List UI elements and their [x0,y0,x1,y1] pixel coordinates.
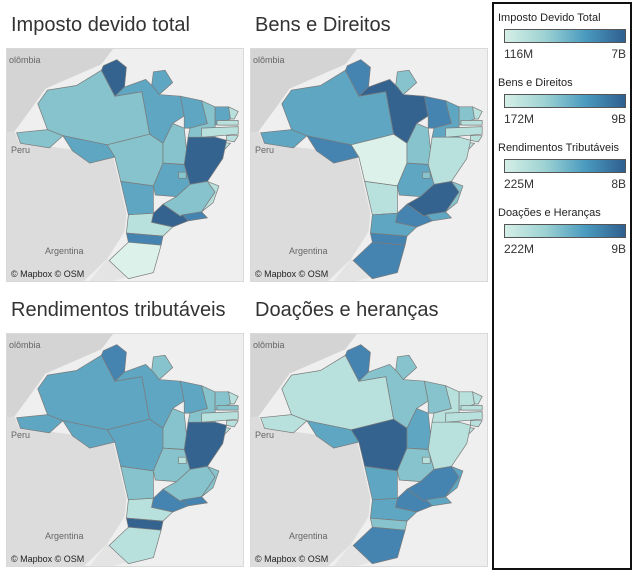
panel-title: Rendimentos tributáveis [11,299,226,321]
state-pb [216,405,239,411]
panel-title: Bens e Direitos [255,14,391,36]
map-credit: © Mapbox © OSM [11,554,85,564]
brazil-map[interactable]: olômbia Peru Argentina © Mapbox © OSM [6,333,244,567]
legend-doacoes: Doações e Heranças 222M 9B [498,207,628,256]
legend-rendimentos: Rendimentos Tributáveis 225M 8B [498,142,628,191]
brazil-map[interactable]: olômbia Peru Argentina © Mapbox © OSM [250,48,488,282]
legend-imposto: Imposto Devido Total 116M 7B [498,12,628,61]
state-df [178,171,187,179]
legend-min: 222M [504,242,535,256]
label-colombia: olômbia [9,340,41,350]
map-svg: olômbia Peru Argentina [7,334,243,566]
legend-min: 116M [504,47,534,61]
label-peru: Peru [11,145,30,155]
brazil-map[interactable]: olômbia Peru Argentina © Mapbox © OSM [250,333,488,567]
legend-title: Doações e Heranças [498,207,601,219]
label-argentina: Argentina [289,531,328,541]
state-pb [460,120,483,126]
map-svg: olômbia Peru Argentina [7,49,243,281]
panel-title: Imposto devido total [11,14,190,36]
label-peru: Peru [11,430,30,440]
map-credit: © Mapbox © OSM [255,554,329,564]
brazil-map[interactable]: olômbia Peru Argentina © Mapbox © OSM [6,48,244,282]
color-ramp [504,159,626,173]
label-argentina: Argentina [45,531,84,541]
legend-title: Rendimentos Tributáveis [498,142,620,154]
label-peru: Peru [255,430,274,440]
state-df [178,456,187,464]
label-argentina: Argentina [45,246,84,256]
legend-max: 8B [611,177,626,191]
state-pb [216,120,239,126]
label-colombia: olômbia [9,55,41,65]
legend-bens: Bens e Direitos 172M 9B [498,77,628,126]
panel-title: Doações e heranças [255,299,439,321]
legend-title: Bens e Direitos [498,77,573,89]
map-svg: olômbia Peru Argentina [251,334,487,566]
map-credit: © Mapbox © OSM [11,269,85,279]
legend-max: 9B [611,112,626,126]
color-ramp [504,224,626,238]
legend-min: 172M [504,112,535,126]
label-colombia: olômbia [253,55,285,65]
state-df [422,171,431,179]
legend-min: 225M [504,177,535,191]
legend-max: 9B [611,242,626,256]
map-svg: olômbia Peru Argentina [251,49,487,281]
map-credit: © Mapbox © OSM [255,269,329,279]
legend-title: Imposto Devido Total [498,12,601,24]
color-ramp [504,29,626,43]
state-pb [460,405,483,411]
label-peru: Peru [255,145,274,155]
label-colombia: olômbia [253,340,285,350]
color-ramp [504,94,626,108]
state-df [422,456,431,464]
legend-panel: Imposto Devido Total 116M 7B Bens e Dire… [492,2,632,570]
legend-max: 7B [611,47,626,61]
label-argentina: Argentina [289,246,328,256]
